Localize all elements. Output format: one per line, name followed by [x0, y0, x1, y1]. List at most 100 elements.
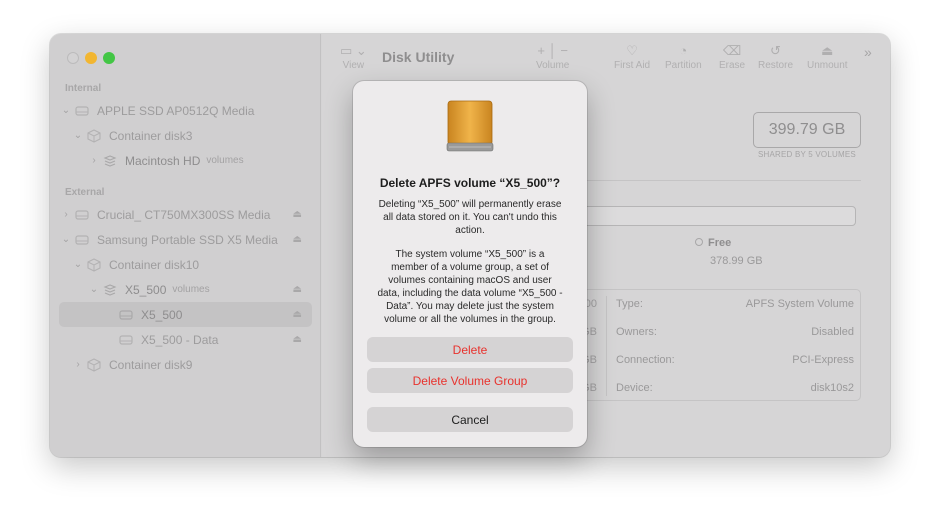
volumes-tag: volumes — [206, 155, 244, 166]
container-icon — [85, 257, 103, 272]
sidebar-item-label: APPLE SSD AP0512Q Media — [97, 103, 255, 118]
sidebar-item-container-disk3[interactable]: ⌄ Container disk3 — [59, 123, 312, 148]
toolbar: ▭ ⌄ View Disk Utility + │ − Volume ♡ Fir… — [322, 34, 890, 82]
erase-button[interactable]: ⌫ Erase — [719, 42, 745, 71]
plus-minus-icon: + │ − — [537, 43, 568, 58]
table-row: GB Owners: Disabled — [557, 318, 862, 346]
info-table: 00 Type: APFS System Volume GB Owners: D… — [556, 289, 861, 401]
stacked-volumes-icon — [101, 283, 119, 297]
sidebar-item-crucial[interactable]: › Crucial_ CT750MX300SS Media ⏏ — [59, 202, 312, 227]
unmount-button[interactable]: ⏏ Unmount — [807, 42, 848, 71]
stacked-volumes-icon — [101, 154, 119, 168]
sidebar-item-label: Macintosh HD — [125, 153, 201, 168]
first-aid-label: First Aid — [614, 60, 651, 71]
stethoscope-icon: ♡ — [626, 43, 638, 58]
sidebar-item-x5-500-data[interactable]: X5_500 - Data ⏏ — [59, 327, 312, 352]
chevron-right-icon[interactable]: › — [71, 359, 85, 370]
table-row: GB Connection: PCI-Express — [557, 346, 862, 374]
sidebar-item-label: Container disk3 — [109, 128, 193, 143]
eject-icon: ⏏ — [821, 43, 834, 58]
table-row: 00 Type: APFS System Volume — [557, 290, 862, 318]
row-value: Disabled — [811, 326, 854, 338]
delete-volume-group-button[interactable]: Delete Volume Group — [367, 368, 573, 393]
external-drive-icon — [73, 233, 91, 247]
container-icon — [85, 357, 103, 372]
row-key: Connection: — [616, 354, 675, 366]
pie-chart-icon: ◔ — [679, 43, 688, 58]
dialog-title: Delete APFS volume “X5_500”? — [379, 176, 561, 190]
external-drive-icon — [73, 208, 91, 222]
restore-button[interactable]: ↺ Restore — [758, 42, 793, 71]
sidebar-item-container-disk10[interactable]: ⌄ Container disk10 — [59, 252, 312, 277]
free-label: Free — [708, 237, 732, 249]
section-label-external: External — [65, 187, 105, 198]
sidebar-toggle-icon: ▭ ⌄ — [340, 43, 367, 58]
eject-icon[interactable]: ⏏ — [293, 209, 302, 220]
chevron-right-icon[interactable]: › — [87, 155, 101, 166]
toolbar-overflow-icon[interactable]: » — [864, 44, 872, 60]
eject-icon[interactable]: ⏏ — [293, 309, 302, 320]
chevron-down-icon[interactable]: ⌄ — [71, 130, 85, 141]
restore-label: Restore — [758, 60, 794, 71]
volumes-tag: volumes — [172, 284, 210, 295]
delete-volume-dialog: Delete APFS volume “X5_500”? Deleting “X… — [353, 81, 587, 447]
sidebar-item-macintosh-hd[interactable]: › Macintosh HD volumes — [59, 148, 312, 173]
dialog-message-group: The system volume “X5_500” is a member o… — [377, 249, 563, 325]
minimize-window-button[interactable] — [85, 52, 97, 64]
window-controls — [67, 52, 115, 64]
sidebar: Internal ⌄ APPLE SSD AP0512Q Media ⌄ Con… — [50, 34, 321, 457]
chevron-down-icon[interactable]: ⌄ — [59, 105, 73, 116]
eject-icon[interactable]: ⏏ — [293, 284, 302, 295]
table-row: GB Device: disk10s2 — [557, 374, 862, 402]
row-key: Owners: — [616, 326, 657, 338]
row-value: APFS System Volume — [745, 298, 854, 310]
volume-size: 399.79 GB — [753, 112, 861, 148]
view-label: View — [342, 60, 365, 71]
sidebar-item-x5-500[interactable]: X5_500 ⏏ — [59, 302, 312, 327]
sidebar-item-container-disk9[interactable]: › Container disk9 — [59, 352, 312, 377]
sidebar-item-samsung[interactable]: ⌄ Samsung Portable SSD X5 Media ⏏ — [59, 227, 312, 252]
volume-icon — [117, 333, 135, 347]
first-aid-button[interactable]: ♡ First Aid — [614, 42, 650, 71]
cancel-button[interactable]: Cancel — [367, 407, 573, 432]
free-dot-icon — [695, 238, 703, 246]
erase-label: Erase — [719, 60, 746, 71]
sidebar-item-label: Crucial_ CT750MX300SS Media — [97, 207, 271, 222]
row-value: PCI-Express — [792, 354, 854, 366]
free-legend: Free — [695, 237, 731, 249]
restore-icon: ↺ — [770, 43, 781, 58]
shared-note: SHARED BY 5 VOLUMES — [758, 150, 856, 159]
window-title: Disk Utility — [382, 49, 455, 65]
container-icon — [85, 128, 103, 143]
sidebar-item-x5-500-group[interactable]: ⌄ X5_500 volumes ⏏ — [59, 277, 312, 302]
external-drive-icon — [445, 99, 495, 155]
volume-label: Volume — [536, 60, 570, 71]
delete-button[interactable]: Delete — [367, 337, 573, 362]
sidebar-item-label: Container disk9 — [109, 357, 193, 372]
zoom-window-button[interactable] — [103, 52, 115, 64]
dialog-message-warning: Deleting “X5_500” will permanently erase… — [378, 199, 562, 236]
sidebar-item-label: X5_500 — [125, 282, 167, 297]
chevron-down-icon[interactable]: ⌄ — [87, 284, 101, 295]
free-value: 378.99 GB — [710, 255, 763, 267]
chevron-right-icon[interactable]: › — [59, 209, 73, 220]
sidebar-item-apple-ssd[interactable]: ⌄ APPLE SSD AP0512Q Media — [59, 98, 312, 123]
row-key: Device: — [616, 382, 653, 394]
eject-icon[interactable]: ⏏ — [293, 334, 302, 345]
external-drive-icon — [73, 104, 91, 118]
partition-button[interactable]: ◔ Partition — [665, 42, 702, 71]
sidebar-item-label: X5_500 — [141, 307, 183, 322]
chevron-down-icon[interactable]: ⌄ — [71, 259, 85, 270]
eject-icon[interactable]: ⏏ — [293, 234, 302, 245]
usage-bar — [556, 206, 856, 226]
sidebar-item-label: Samsung Portable SSD X5 Media — [97, 232, 278, 247]
partition-label: Partition — [665, 60, 702, 71]
close-window-button[interactable] — [67, 52, 79, 64]
erase-icon: ⌫ — [722, 43, 742, 58]
unmount-label: Unmount — [807, 60, 848, 71]
view-button[interactable]: ▭ ⌄ View — [340, 42, 367, 71]
volume-button[interactable]: + │ − Volume — [536, 42, 569, 71]
chevron-down-icon[interactable]: ⌄ — [59, 234, 73, 245]
volume-icon — [117, 308, 135, 322]
sidebar-item-label: Container disk10 — [109, 257, 200, 272]
